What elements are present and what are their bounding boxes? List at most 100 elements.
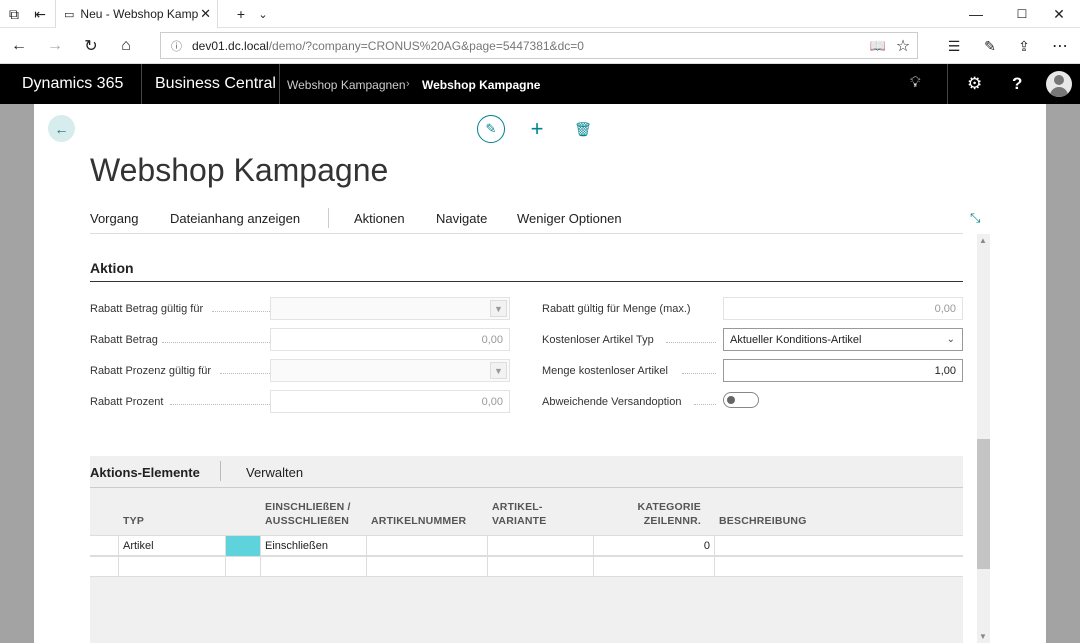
product-name[interactable]: Dynamics 365 <box>22 75 123 93</box>
close-window-icon[interactable]: ✕ <box>1036 0 1080 28</box>
section-title-aktion[interactable]: Aktion <box>90 260 134 276</box>
label-rabatt-menge-max: Rabatt gültig für Menge (max.) <box>542 303 691 315</box>
cell-zeilennr[interactable] <box>594 557 715 577</box>
chevron-down-icon[interactable]: ⌄ <box>947 334 955 345</box>
label-abweichende-versandoption: Abweichende Versandoption <box>542 395 716 409</box>
menu-aktionen[interactable]: Aktionen <box>354 211 405 226</box>
scroll-up-icon[interactable]: ▲ <box>979 236 987 245</box>
page-title: Webshop Kampagne <box>90 152 389 188</box>
refresh-icon[interactable]: ↻ <box>79 34 103 58</box>
tab-title: Neu - Webshop Kampagne <box>80 7 199 21</box>
breadcrumb-chevron-icon: › <box>406 78 410 90</box>
help-icon[interactable]: ? <box>1012 74 1022 94</box>
more-icon[interactable]: ⋯ <box>1048 34 1072 58</box>
tab-actions-icon[interactable]: ⧉ <box>0 0 28 28</box>
cell-zeilennr[interactable]: 0 <box>594 536 715 556</box>
favorites-list-icon[interactable]: ☰ <box>942 34 966 58</box>
label-menge-kostenloser-artikel: Menge kostenloser Artikel <box>542 364 716 378</box>
cell-artikelnummer[interactable] <box>367 536 488 556</box>
subpage-divider <box>220 461 221 481</box>
rabatt-menge-max-field[interactable]: 0,00 <box>723 297 963 320</box>
home-icon[interactable]: ⌂ <box>114 34 138 58</box>
cell-artikelnummer[interactable] <box>367 557 488 577</box>
browser-tab[interactable]: ▭ Neu - Webshop Kampagne ✕ <box>55 0 218 28</box>
cell-typ[interactable] <box>119 557 226 577</box>
cell-indicator[interactable] <box>226 557 261 577</box>
rabatt-prozenz-gueltig-select[interactable]: ▼ <box>270 359 510 382</box>
col-header-artikelnummer[interactable]: ARTIKELNUMMER <box>371 514 466 528</box>
cell-indicator[interactable] <box>226 536 261 556</box>
menu-dateianhang[interactable]: Dateianhang anzeigen <box>170 211 300 226</box>
subpage-title[interactable]: Aktions-Elemente <box>90 465 200 480</box>
cell-typ[interactable]: Artikel <box>119 536 226 556</box>
col-header-typ[interactable]: TYP <box>123 514 144 528</box>
label-rabatt-betrag: Rabatt Betrag <box>90 333 352 347</box>
breadcrumb-current: Webshop Kampagne <box>422 78 541 92</box>
row-selector[interactable] <box>90 557 119 577</box>
label-rabatt-prozent: Rabatt Prozent <box>90 395 352 409</box>
pen-icon[interactable]: ✎ <box>978 34 1002 58</box>
url-path: /demo/?company=CRONUS%20AG&page=5447381&… <box>268 38 584 53</box>
info-icon: ⓘ <box>171 40 182 53</box>
dropdown-chevron-icon[interactable]: ▼ <box>490 300 507 317</box>
cell-artikelvariante[interactable] <box>488 557 594 577</box>
collapse-icon[interactable]: ⤡ <box>970 210 980 226</box>
delete-trash-icon[interactable]: 🗑︎ <box>573 115 593 143</box>
rabatt-prozent-field[interactable]: 0,00 <box>270 390 510 413</box>
verwalten-menu[interactable]: Verwalten <box>246 465 303 480</box>
page-icon: ▭ <box>64 8 75 21</box>
col-header-beschreibung[interactable]: BESCHREIBUNG <box>719 514 807 528</box>
favorite-star-icon[interactable]: ☆ <box>891 34 915 58</box>
label-rabatt-betrag-gueltig: Rabatt Betrag gültig für <box>90 302 352 316</box>
share-icon[interactable]: ⇪ <box>1012 34 1036 58</box>
back-arrow-icon[interactable]: ← <box>48 115 75 142</box>
dropdown-chevron-icon[interactable]: ▼ <box>490 362 507 379</box>
lightbulb-icon[interactable]: 💡︎ <box>910 74 921 91</box>
page-scrollbar[interactable]: ▲ ▼ <box>977 234 990 643</box>
nav-divider <box>141 64 142 104</box>
settings-gear-icon[interactable]: ⚙ <box>967 74 982 94</box>
browser-title-bar: ⧉ ⇤ ▭ Neu - Webshop Kampagne ✕ + ⌄ — ☐ ✕ <box>0 0 1080 28</box>
user-avatar[interactable] <box>1046 71 1072 97</box>
close-tab-icon[interactable]: ✕ <box>200 6 211 22</box>
breadcrumb-parent[interactable]: Webshop Kampagnen <box>287 78 406 92</box>
cell-einschliessen[interactable] <box>261 557 367 577</box>
section-divider <box>90 281 963 282</box>
rabatt-betrag-gueltig-select[interactable]: ▼ <box>270 297 510 320</box>
cell-beschreibung[interactable] <box>715 557 963 577</box>
scroll-down-icon[interactable]: ▼ <box>979 632 987 641</box>
col-header-einschliessen[interactable]: EINSCHLIEßEN / AUSSCHLIEßEN <box>265 500 351 528</box>
abweichende-versandoption-toggle[interactable] <box>723 392 759 408</box>
menu-navigate[interactable]: Navigate <box>436 211 487 226</box>
subpage-toolbar: Aktions-Elemente Verwalten <box>90 456 963 488</box>
row-selector[interactable] <box>90 536 119 556</box>
cell-beschreibung[interactable] <box>715 536 963 556</box>
menu-weniger-optionen[interactable]: Weniger Optionen <box>517 211 622 226</box>
minimize-icon[interactable]: — <box>953 0 999 28</box>
url-field[interactable]: ⓘ dev01.dc.local/demo/?company=CRONUS%20… <box>160 32 918 59</box>
tab-list-chevron-icon[interactable]: ⌄ <box>240 0 286 28</box>
cell-artikelvariante[interactable] <box>488 536 594 556</box>
cell-einschliessen[interactable]: Einschließen <box>261 536 367 556</box>
url-host: dev01.dc.local <box>192 38 269 53</box>
scroll-thumb[interactable] <box>977 439 990 569</box>
new-plus-icon[interactable]: + <box>527 115 547 143</box>
forward-icon[interactable]: → <box>43 34 67 58</box>
action-menu-bar: Vorgang Dateianhang anzeigen Aktionen Na… <box>90 205 963 234</box>
menge-kostenloser-artikel-field[interactable]: 1,00 <box>723 359 963 382</box>
kostenloser-artikel-typ-select[interactable]: Aktueller Konditions-Artikel ⌄ <box>723 328 963 351</box>
rabatt-betrag-field[interactable]: 0,00 <box>270 328 510 351</box>
edit-pencil-icon[interactable]: ✎ <box>477 115 505 143</box>
table-row-empty[interactable] <box>90 556 963 577</box>
nav-divider <box>279 64 280 104</box>
label-rabatt-prozenz-gueltig: Rabatt Prozenz gültig für <box>90 364 352 378</box>
table-row[interactable]: Artikel Einschließen 0 <box>90 535 963 556</box>
menu-vorgang[interactable]: Vorgang <box>90 211 138 226</box>
col-header-kategorie-zeilennr[interactable]: KATEGORIE ZEILENNR. <box>600 500 701 528</box>
app-name[interactable]: Business Central <box>155 75 276 93</box>
set-aside-tabs-icon[interactable]: ⇤ <box>26 0 54 28</box>
reading-view-icon[interactable]: 📖 <box>866 34 890 58</box>
menu-divider <box>328 208 329 228</box>
back-icon[interactable]: ← <box>7 34 31 58</box>
col-header-artikelvariante[interactable]: ARTIKEL- VARIANTE <box>492 500 547 528</box>
